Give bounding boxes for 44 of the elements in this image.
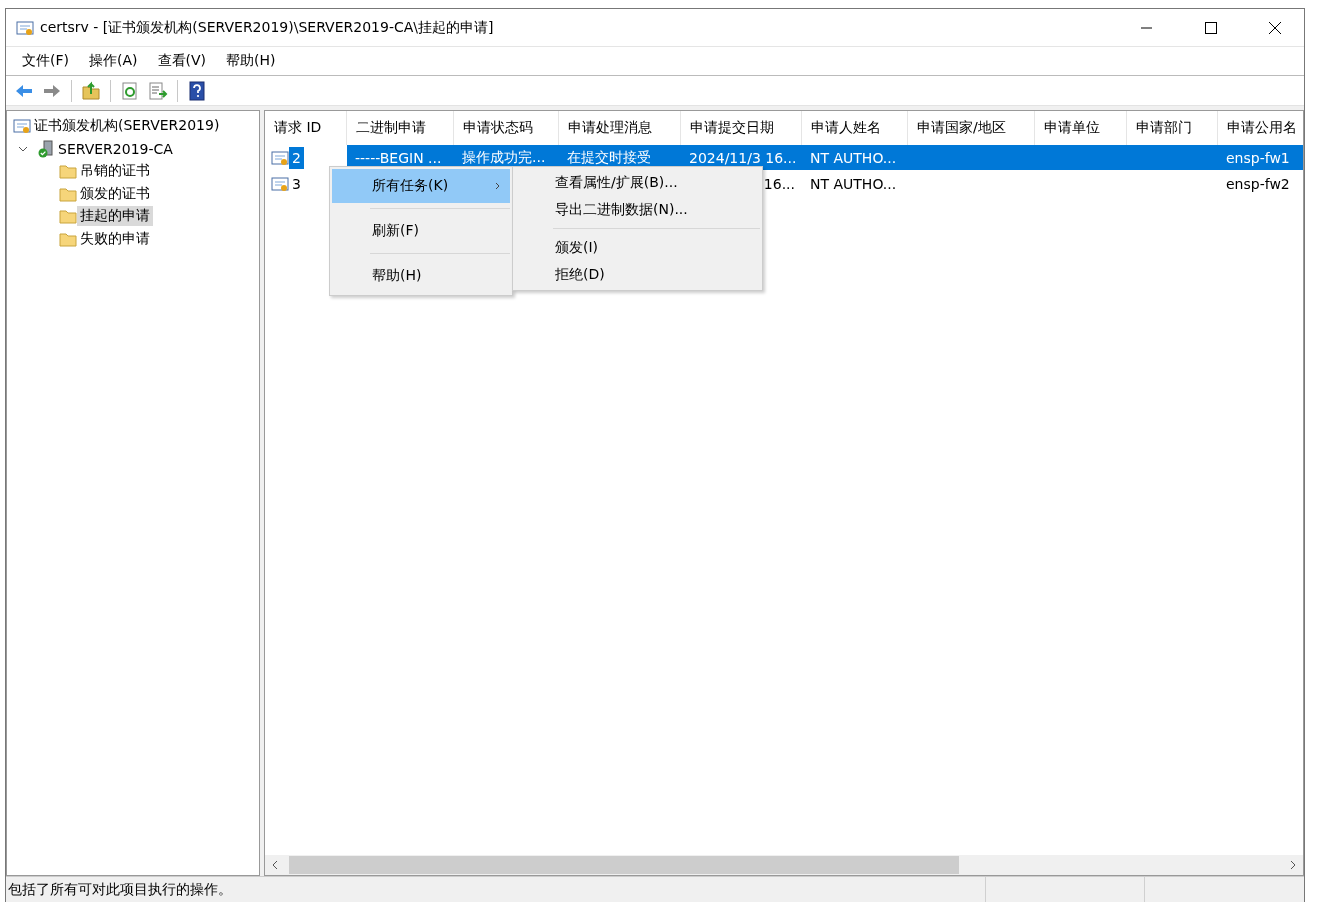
tree-item[interactable]: 颁发的证书: [77, 183, 153, 204]
certificate-request-icon: [271, 175, 289, 192]
tree-item[interactable]: 吊销的证书: [77, 161, 153, 182]
certificate-request-icon: [271, 149, 289, 166]
window-title: certsrv - [证书颁发机构(SERVER2019)\SERVER2019-CA\挂起的申请]: [40, 18, 495, 37]
tree-item[interactable]: 失败的申请: [77, 228, 153, 249]
table-cell: NT AUTHO...: [810, 175, 897, 192]
table-cell: 2: [289, 146, 304, 169]
column-header[interactable]: 请求 ID: [265, 111, 347, 145]
menu-item[interactable]: 查看属性/扩展(B)...: [515, 169, 760, 196]
table-cell: 操作成功完...: [462, 148, 546, 167]
menu-item[interactable]: 拒绝(D): [515, 261, 760, 288]
folder-icon: [59, 185, 77, 202]
table-cell: 16...: [763, 175, 795, 192]
server-icon: [37, 139, 55, 158]
folder-icon: [59, 230, 77, 247]
table-cell: NT AUTHO...: [810, 149, 897, 166]
table-cell: 2024/11/3 16...: [689, 149, 797, 166]
row-highlight[interactable]: -----BEGIN ... 操作成功完... 在提交时接受 2024/11/3 16... NT AUTHO... ensp-fw1: [347, 145, 1303, 170]
menu-item[interactable]: 所有任务(K): [332, 169, 510, 203]
menu-item[interactable]: 导出二进制数据(N)...: [515, 196, 760, 223]
tree-item[interactable]: SERVER2019-CA: [55, 139, 176, 158]
table-cell: ensp-fw1: [1226, 149, 1290, 166]
certificate-authority-icon: [13, 118, 31, 135]
menu-item[interactable]: 颁发(I): [515, 234, 760, 261]
folder-icon: [59, 208, 77, 225]
menu-bar-item[interactable]: 操作(A): [79, 52, 148, 70]
tree-item[interactable]: 挂起的申请: [77, 206, 153, 227]
table-cell-text: 3: [291, 174, 302, 194]
menu-bar-item[interactable]: 查看(V): [147, 52, 216, 70]
table-cell: 在提交时接受: [567, 148, 651, 167]
menu-bar-item[interactable]: 文件(F): [12, 52, 79, 70]
chevron-right-icon: [494, 181, 502, 191]
menu-bar-item[interactable]: 帮助(H): [216, 52, 286, 70]
menu-item[interactable]: 刷新(F): [332, 214, 510, 248]
close-icon: [1269, 21, 1281, 34]
table-cell: ensp-fw2: [1226, 175, 1290, 192]
status-text: 包括了所有可对此项目执行的操作。: [7, 880, 233, 899]
app-icon: [16, 19, 34, 36]
folder-icon: [59, 163, 77, 180]
table-cell: -----BEGIN ...: [355, 149, 442, 166]
tree-item[interactable]: 证书颁发机构(SERVER2019): [31, 116, 223, 137]
maximize-icon: [1205, 21, 1217, 34]
menu-item[interactable]: 帮助(H): [332, 259, 510, 293]
